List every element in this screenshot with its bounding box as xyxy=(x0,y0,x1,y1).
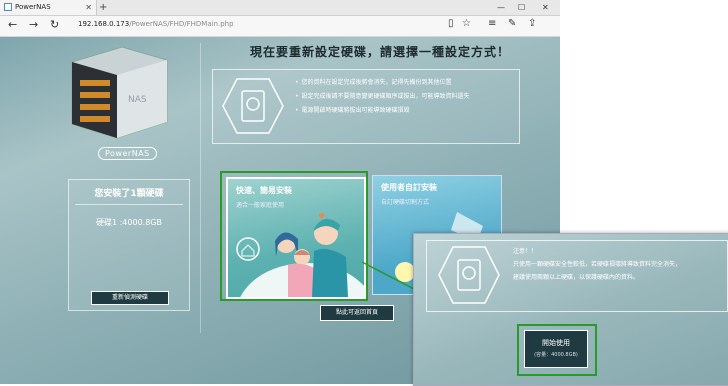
divider xyxy=(200,43,201,333)
page-title: 現在要重新設定硬碟，請選擇一種設定方式！ xyxy=(249,45,510,59)
hard-drive-icon xyxy=(222,78,284,134)
refresh-icon[interactable]: ↻ xyxy=(50,18,59,31)
custom-install-title: 使用者自訂安裝 xyxy=(381,183,437,192)
url-host: 192.168.0.173 xyxy=(78,20,130,28)
hard-drive-icon xyxy=(438,246,500,304)
highlight-frame xyxy=(517,324,597,376)
forward-icon[interactable]: → xyxy=(29,18,38,31)
disk-count-title: 您安裝了1顆硬碟 xyxy=(94,189,164,199)
url-path: /PowerNAS/FHD/FHDMain.php xyxy=(129,20,234,28)
back-to-home-button[interactable]: 點此可返回首頁 xyxy=(320,305,394,321)
warning-title: 注意！！ xyxy=(513,248,538,255)
zoom-callout: 注意！！ 只使用一顆硬碟安全性較低，若硬碟損壞將導致資料完全消失， 建議使用兩顆… xyxy=(413,233,728,386)
redetect-disk-button[interactable]: 重新偵測硬碟 xyxy=(91,291,169,305)
close-tab-icon[interactable]: ✕ xyxy=(85,0,92,15)
notice-list: 您的資料在設定完成後將會消失，記得先備份到其他位置 設定完成後請不要隨意變更硬碟… xyxy=(295,76,470,118)
new-tab-button[interactable]: + xyxy=(99,0,107,15)
notice-item: 設定完成後請不要隨意變更硬碟順序或拔出，可能導致資料遺失 xyxy=(295,90,470,104)
reading-view-icon[interactable]: ▯ xyxy=(448,18,454,29)
page-icon xyxy=(4,3,12,11)
divider xyxy=(75,204,183,205)
warning-text: 注意！！ 只使用一顆硬碟安全性較低，若硬碟損壞將導致資料完全消失， 建議使用兩顆… xyxy=(513,245,681,284)
url-field[interactable]: 192.168.0.173/PowerNAS/FHD/FHDMain.php xyxy=(78,20,234,28)
browser-tab[interactable]: PowerNAS ✕ xyxy=(0,0,97,15)
address-bar-row: ← → ↻ 192.168.0.173/PowerNAS/FHD/FHDMain… xyxy=(0,16,560,37)
disk-capacity: 硬碟1 :4000.8GB xyxy=(95,218,162,227)
favorite-star-icon[interactable]: ☆ xyxy=(462,18,471,29)
highlight-frame xyxy=(220,171,368,301)
minimize-button[interactable]: — xyxy=(497,0,505,15)
maximize-button[interactable]: ☐ xyxy=(518,0,525,15)
title-bar: PowerNAS ✕ + — ☐ ✕ xyxy=(0,0,560,16)
notice-item: 電源開啟時硬碟將拔出可能導致硬碟損毀 xyxy=(295,104,470,118)
warning-panel: 注意！！ 只使用一顆硬碟安全性較低，若硬碟損壞將導致資料完全消失， 建議使用兩顆… xyxy=(426,240,728,312)
notes-icon[interactable]: ✎ xyxy=(508,18,516,29)
share-icon[interactable]: ⇪ xyxy=(528,18,536,29)
svg-text:NAS: NAS xyxy=(128,95,147,105)
hub-icon[interactable]: ≡ xyxy=(488,18,496,29)
nas-device-image: NAS xyxy=(71,46,168,139)
warning-line: 建議使用兩顆以上硬碟，以保護硬碟內的資料。 xyxy=(513,274,640,281)
close-window-button[interactable]: ✕ xyxy=(542,0,549,15)
disk-panel: 您安裝了1顆硬碟 硬碟1 :4000.8GB 重新偵測硬碟 xyxy=(68,179,190,311)
notice-item: 您的資料在設定完成後將會消失，記得先備份到其他位置 xyxy=(295,76,470,90)
tab-title: PowerNAS xyxy=(15,3,51,11)
warning-line: 只使用一顆硬碟安全性較低，若硬碟損壞將導致資料完全消失， xyxy=(513,261,682,268)
powernas-logo: PowerNAS xyxy=(98,147,157,160)
notice-panel: 您的資料在設定完成後將會消失，記得先備份到其他位置 設定完成後請不要隨意變更硬碟… xyxy=(212,69,520,144)
back-icon[interactable]: ← xyxy=(8,18,17,31)
custom-install-subtitle: 自訂硬碟切割方式 xyxy=(381,199,430,206)
